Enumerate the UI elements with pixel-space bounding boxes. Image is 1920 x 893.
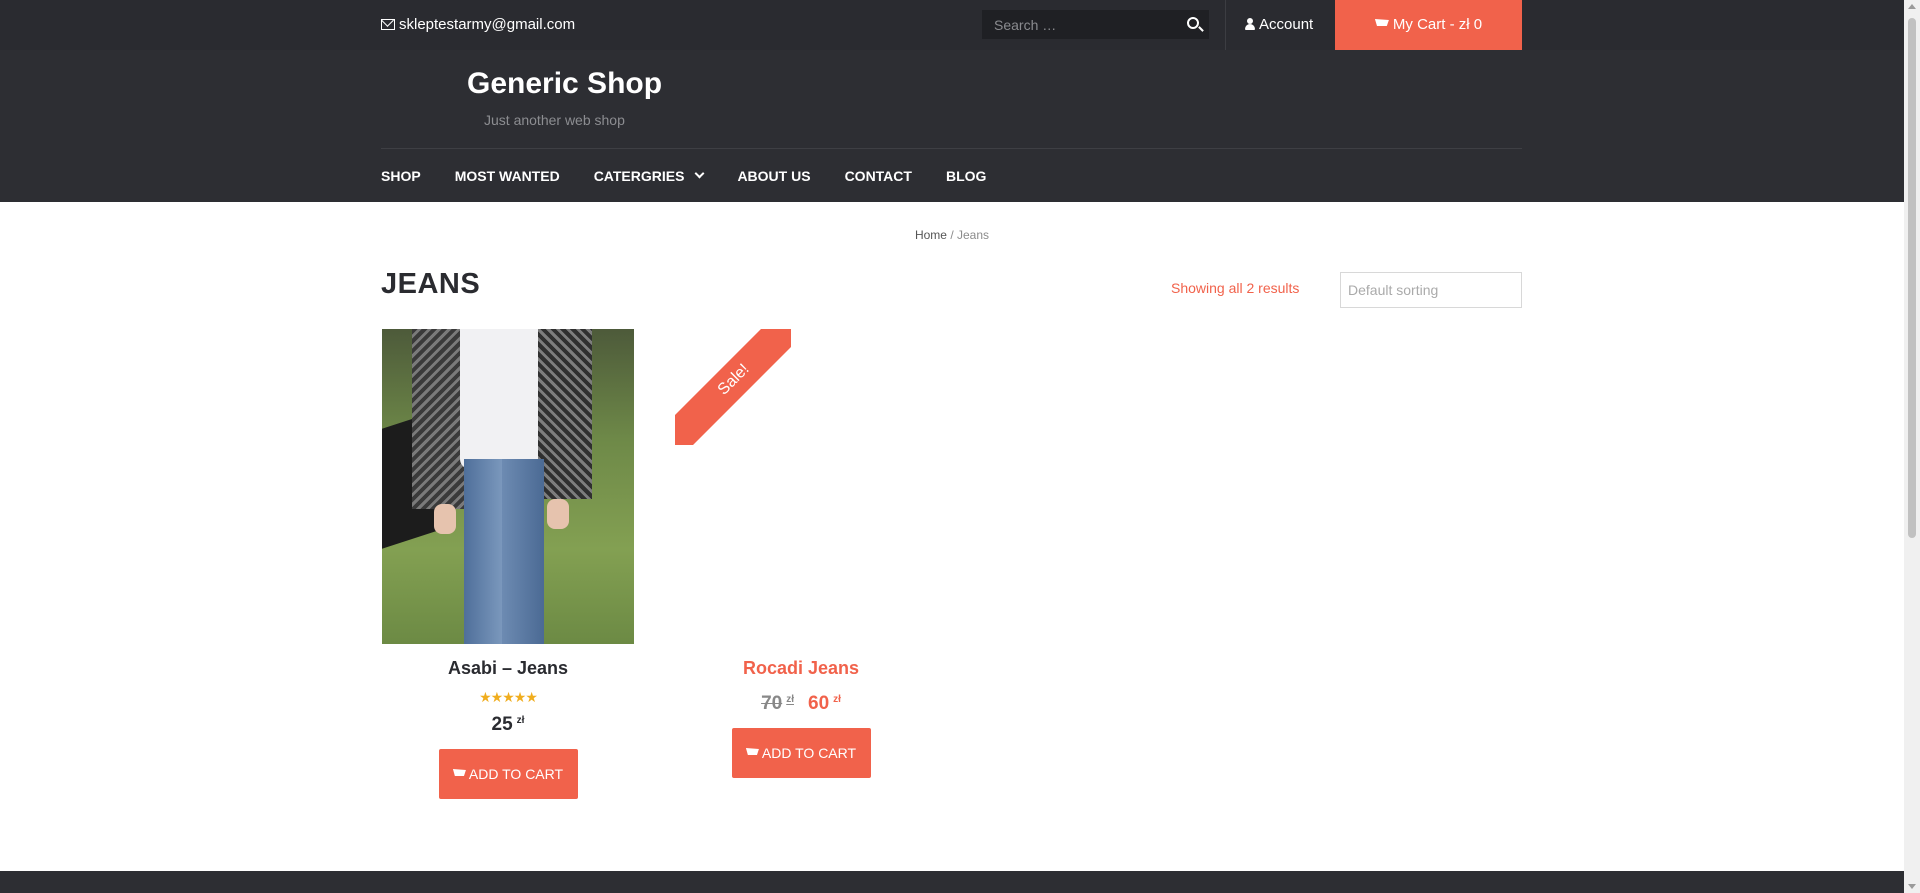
search-icon[interactable] [1187,17,1199,29]
top-bar: skleptestarmy@gmail.com Account My Cart … [0,0,1904,50]
sale-price-currency: zł [833,693,841,705]
nav-item-blog[interactable]: BLOG [946,168,986,184]
scroll-down-arrow-icon[interactable] [1908,884,1916,889]
add-to-cart-button[interactable]: ADD TO CART [731,728,871,778]
add-to-cart-button[interactable]: ADD TO CART [438,749,578,799]
star-icon: ★ [479,689,492,705]
scroll-up-arrow-icon[interactable] [1908,4,1916,9]
site-tagline: Just another web shop [484,112,625,128]
product-image[interactable]: Sale! [675,329,927,644]
cart-icon [1374,19,1389,26]
product-card: Asabi – Jeans ★★★★★ 25 zł ADD TO CART [382,329,634,799]
breadcrumb-home[interactable]: Home [915,228,947,242]
main-nav: SHOP MOST WANTED CATERGRIES ABOUT US CON… [381,149,1020,202]
star-icon: ★ [490,689,504,705]
result-count: Showing all 2 results [1171,280,1300,296]
product-price: 70 zł 60 zł [675,693,927,715]
search-input[interactable] [982,10,1172,39]
cart-icon [452,769,466,776]
breadcrumb-current: Jeans [957,228,990,242]
product-name[interactable]: Asabi – Jeans [382,658,634,679]
contact-email-text: skleptestarmy@gmail.com [399,16,576,33]
envelope-icon [381,19,395,30]
product-image[interactable] [382,329,634,644]
my-cart-label: My Cart - zł 0 [1392,16,1483,33]
nav-item-most-wanted[interactable]: MOST WANTED [455,168,560,184]
nav-item-label: CATERGRIES [593,167,685,184]
user-icon [1245,18,1255,30]
price-value: 25 [491,714,513,735]
nav-item-about-us[interactable]: ABOUT US [737,168,810,184]
contact-email[interactable]: skleptestarmy@gmail.com [381,0,575,50]
account-label: Account [1259,16,1314,33]
nav-item-label: CONTACT [844,167,912,184]
page: skleptestarmy@gmail.com Account My Cart … [0,0,1920,893]
breadcrumb: Home / Jeans [0,228,1904,242]
star-rating: ★★★★★ [382,689,634,706]
search-form [982,10,1209,39]
nav-item-label: ABOUT US [737,167,811,184]
star-icon: ★ [502,689,515,705]
sale-badge-label: Sale! [675,329,791,445]
sale-price-value: 60 [808,693,830,714]
scrollbar-thumb[interactable] [1908,18,1916,538]
account-link[interactable]: Account [1245,0,1313,50]
product-name[interactable]: Rocadi Jeans [675,658,927,679]
chevron-down-icon [694,168,705,178]
scrollbar[interactable] [1904,0,1920,893]
old-price-currency: zł [786,693,794,705]
sale-price: 60 zł [808,693,841,714]
sale-badge: Sale! [675,329,791,445]
nav-item-label: BLOG [945,167,987,184]
cart-icon [745,748,759,755]
price-currency: zł [516,714,525,726]
sort-select[interactable]: Default sorting [1340,272,1522,308]
my-cart-button[interactable]: My Cart - zł 0 [1335,0,1522,50]
nav-item-categories[interactable]: CATERGRIES [593,167,705,184]
nav-item-contact[interactable]: CONTACT [845,168,912,184]
nav-item-label: SHOP [381,167,421,184]
star-icon: ★ [513,689,527,705]
topbar-divider [1225,0,1226,50]
star-icon: ★ [525,689,538,705]
product-price: 25 zł [382,714,634,736]
site-header: Generic Shop Just another web shop SHOP … [0,50,1904,202]
site-title[interactable]: Generic Shop [467,67,662,101]
nav-item-shop[interactable]: SHOP [381,168,421,184]
site-footer [0,871,1904,893]
add-to-cart-label: ADD TO CART [761,745,857,761]
product-card: Sale! Rocadi Jeans 70 zł 60 zł ADD TO CART [675,329,927,778]
old-price: 70 zł [761,693,794,714]
nav-item-label: MOST WANTED [454,167,560,184]
old-price-value: 70 [761,693,783,714]
page-title: JEANS [381,268,481,300]
breadcrumb-separator: / [946,228,957,242]
add-to-cart-label: ADD TO CART [468,766,564,782]
